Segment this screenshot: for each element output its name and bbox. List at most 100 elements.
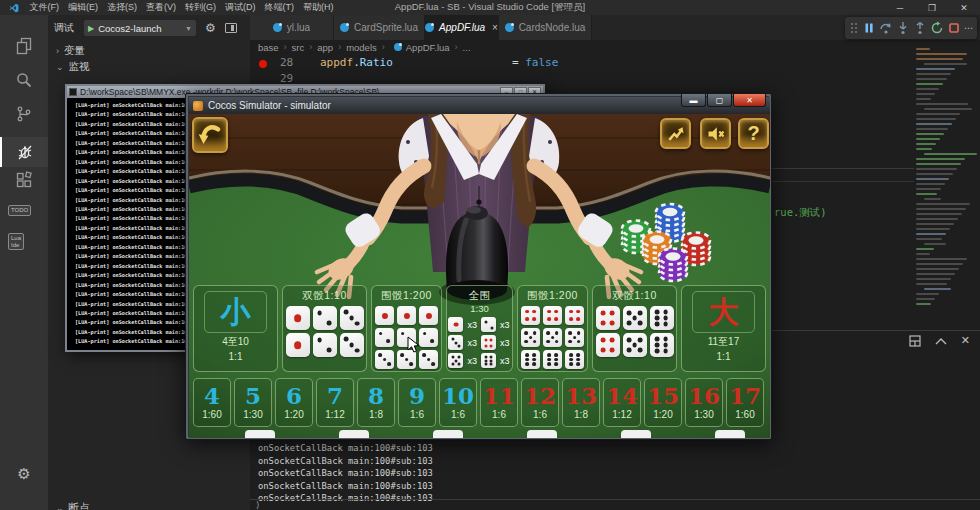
bet-panel-triple-high[interactable]: 围骰1:200 [517, 285, 588, 372]
menu-item[interactable]: 转到(G) [181, 1, 221, 14]
help-button[interactable]: ? [738, 118, 769, 149]
breadcrumb-item[interactable]: base [258, 42, 279, 53]
breadcrumb-item[interactable]: app [317, 42, 333, 53]
tab-CardSprite.lua[interactable]: CardSprite.lua [334, 15, 425, 40]
lua-ide-icon[interactable]: LuaIde [8, 233, 24, 250]
total-5[interactable]: 51:30 [234, 378, 272, 427]
drag-handle-icon[interactable] [849, 21, 859, 35]
maximize-icon[interactable]: ▢ [707, 94, 732, 107]
total-16[interactable]: 161:30 [685, 378, 723, 427]
bet-panel-any-triple[interactable]: 全围1:30x3x3x3x3x3x3 [446, 285, 513, 372]
minimap[interactable] [916, 48, 978, 328]
step-into-icon[interactable] [896, 21, 910, 35]
tab-AppDF.lua[interactable]: AppDF.lua× [425, 15, 499, 40]
mute-button[interactable] [700, 118, 731, 149]
minimap-line [916, 248, 934, 250]
minimize-icon[interactable]: ─ [884, 0, 916, 15]
die-6 [543, 350, 562, 369]
debug-icon[interactable] [0, 137, 48, 167]
tab-yl.lua[interactable]: yl.lua [250, 15, 334, 40]
breakpoint-dot[interactable] [259, 60, 267, 68]
pip [490, 338, 493, 341]
open-panel-icon[interactable] [225, 23, 237, 33]
breadcrumb-item[interactable]: src [292, 42, 305, 53]
stop-icon[interactable] [947, 21, 961, 35]
breadcrumb-item[interactable]: AppDF.lua [406, 42, 450, 53]
total-8[interactable]: 81:8 [357, 378, 395, 427]
configure-gear-icon[interactable]: ⚙ [205, 21, 216, 35]
minimap-line [916, 218, 958, 220]
trend-button[interactable] [660, 118, 691, 149]
section-watch[interactable]: ⌄监视 [56, 60, 90, 74]
total-14[interactable]: 141:12 [603, 378, 641, 427]
close-icon[interactable]: ✕ [733, 94, 766, 107]
total-6[interactable]: 61:20 [275, 378, 313, 427]
total-11[interactable]: 111:6 [480, 378, 518, 427]
debug-toolbar: ⋯ [845, 17, 977, 39]
total-15[interactable]: 151:20 [644, 378, 682, 427]
minimap-line [924, 108, 972, 110]
step-over-icon[interactable] [879, 21, 893, 35]
menu-item[interactable]: 调试(D) [221, 1, 261, 14]
die-4 [521, 306, 540, 325]
debug-console-input[interactable] [250, 499, 980, 500]
total-12[interactable]: 121:6 [521, 378, 559, 427]
restore-icon[interactable]: ❐ [916, 0, 948, 15]
search-icon[interactable] [0, 71, 48, 89]
total-odds: 1:20 [645, 409, 681, 420]
pip [451, 356, 454, 359]
pip [525, 353, 529, 357]
back-button[interactable] [192, 117, 228, 153]
pip [405, 358, 409, 362]
section-variables[interactable]: ›变量 [56, 44, 85, 58]
minimap-line [916, 223, 954, 225]
todo-tree-icon[interactable]: TODO [8, 205, 31, 216]
restart-icon[interactable] [930, 21, 944, 35]
breadcrumb-item[interactable]: models [346, 42, 377, 53]
pip [524, 331, 528, 335]
pause-icon[interactable] [862, 21, 876, 35]
explorer-icon[interactable] [0, 37, 48, 55]
chevron-up-icon[interactable] [935, 337, 947, 345]
extensions-icon[interactable] [0, 171, 48, 189]
source-control-icon[interactable] [0, 105, 48, 123]
bet-panel-pairs-low[interactable]: 双骰1:10 [282, 285, 367, 372]
settings-gear-icon[interactable]: ⚙ [0, 465, 48, 483]
total-17[interactable]: 171:60 [726, 378, 764, 427]
dice-row [593, 306, 676, 330]
total-13[interactable]: 131:8 [562, 378, 600, 427]
step-out-icon[interactable] [913, 21, 927, 35]
panel-layout-icon[interactable] [909, 335, 921, 347]
total-7[interactable]: 71:12 [316, 378, 354, 427]
bet-panel-small[interactable]: 小4至101:1 [193, 285, 278, 372]
close-icon[interactable]: ✕ [948, 0, 980, 15]
pip [637, 310, 642, 315]
breadcrumb: base›src›app›models›AppDF.lua›... [250, 40, 980, 54]
bet-panel-triple-low[interactable]: 围骰1:200 [371, 285, 442, 372]
total-9[interactable]: 91:6 [398, 378, 436, 427]
menu-item[interactable]: 查看(V) [142, 1, 181, 14]
panel-close-icon[interactable]: ✕ [961, 334, 970, 347]
bet-panel-pairs-high[interactable]: 双骰1:10 [592, 285, 677, 372]
tab-CardsNode.lua[interactable]: CardsNode.lua [499, 15, 592, 40]
total-10[interactable]: 101:6 [439, 378, 477, 427]
cocos-icon [193, 101, 203, 111]
breadcrumb-item[interactable]: ... [463, 42, 471, 53]
start-debug-icon[interactable]: ▶ [88, 24, 94, 33]
menu-item[interactable]: 文件(F) [25, 1, 64, 14]
more-actions-icon[interactable]: ⋯ [964, 23, 973, 33]
dice-row [372, 306, 441, 325]
section-breakpoints[interactable]: ⌄断点 [56, 501, 90, 510]
minimize-icon[interactable]: ▬ [681, 94, 706, 107]
bet-label: 双骰1:10 [593, 289, 676, 303]
die-3 [419, 350, 438, 369]
close-icon[interactable]: × [492, 22, 498, 33]
bet-panel-big[interactable]: 大11至171:1 [681, 285, 766, 372]
menu-item[interactable]: 选择(S) [103, 1, 142, 14]
menu-item[interactable]: 编辑(E) [64, 1, 103, 14]
simulator-window: Cocos Simulator - simulator ▬ ▢ ✕ [185, 93, 772, 440]
code-line: appdf.Ratio [320, 56, 393, 69]
bet-name: 大 [709, 297, 739, 327]
launch-config-dropdown[interactable]: ▶ Cocos2-launch ▼ [84, 20, 196, 36]
total-4[interactable]: 41:60 [193, 378, 231, 427]
